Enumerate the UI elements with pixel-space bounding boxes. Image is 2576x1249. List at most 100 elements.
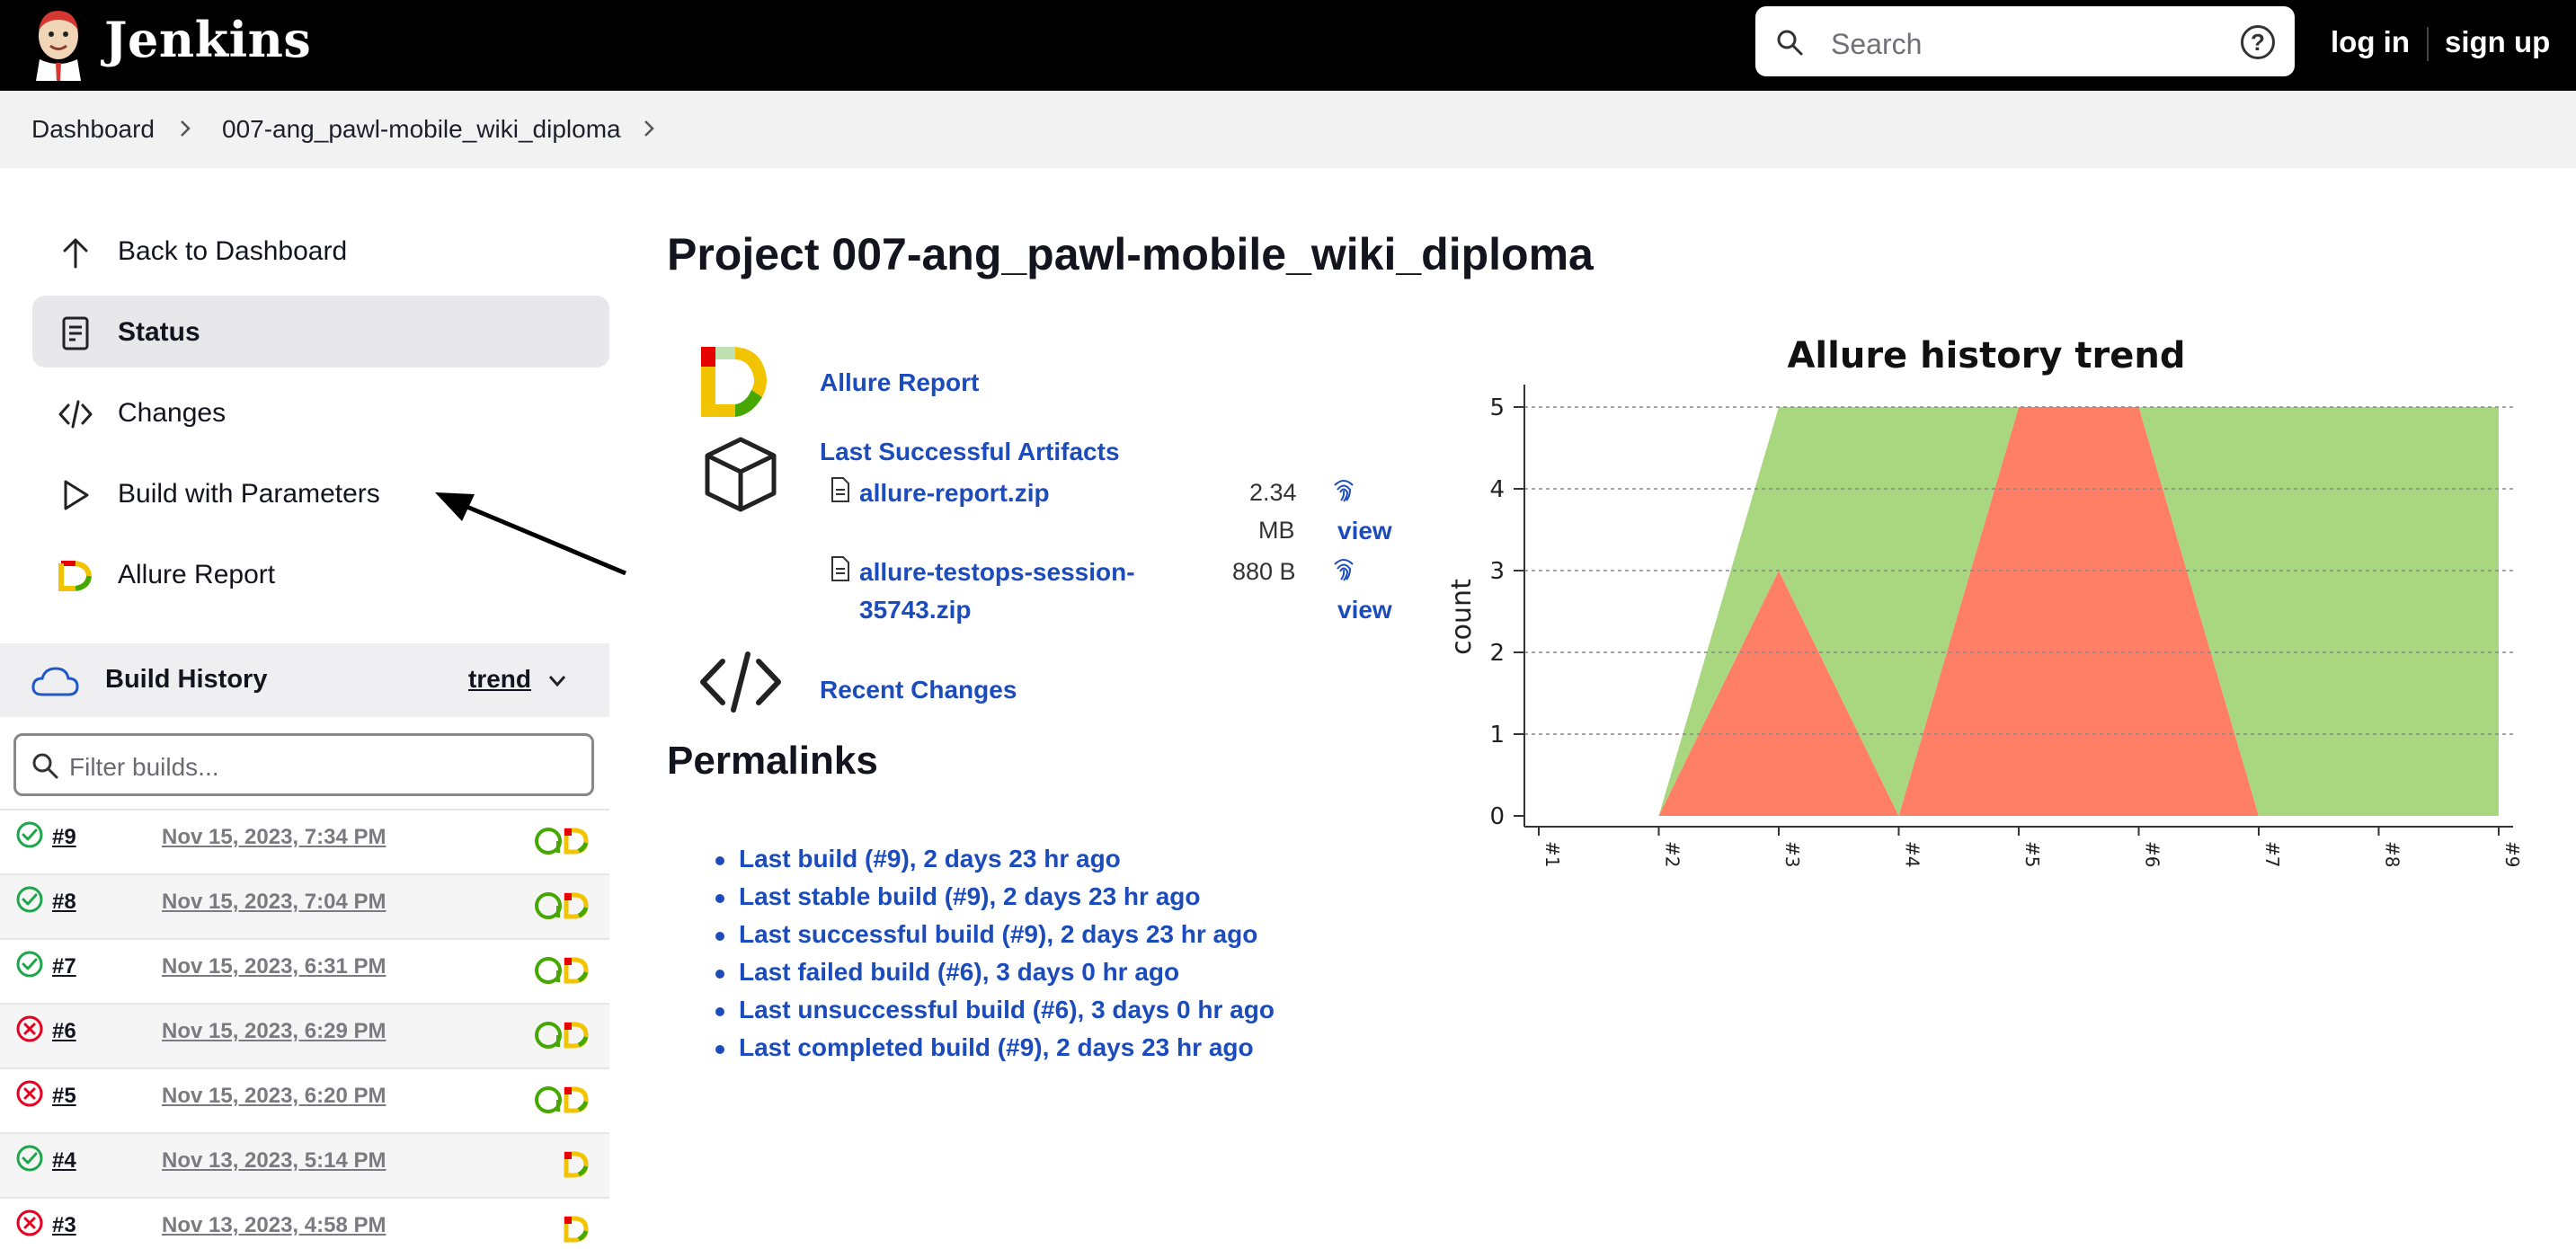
fingerprint-icon[interactable] [1330, 474, 1357, 503]
x-tick-label: #7 [2261, 841, 2283, 867]
view-link[interactable]: view [1337, 596, 1392, 624]
y-tick-label: 3 [1489, 558, 1505, 585]
search-input[interactable]: Search [1831, 28, 1922, 61]
y-tick-label: 4 [1489, 476, 1505, 503]
last-artifacts-link[interactable]: Last Successful Artifacts [820, 438, 1120, 466]
search-icon [32, 753, 58, 779]
file-icon [831, 477, 849, 502]
sidebar-item-status[interactable]: Status [32, 296, 609, 368]
allure-badge-icon[interactable] [532, 890, 591, 922]
build-number-link[interactable]: #9 [52, 825, 76, 850]
signup-link[interactable]: sign up [2445, 25, 2550, 59]
jenkins-logo-icon[interactable] [31, 5, 86, 81]
sidebar-item-label: Back to Dashboard [118, 236, 348, 266]
filter-builds-input[interactable]: Filter builds... [13, 733, 594, 796]
search-box[interactable]: Search ? [1755, 6, 2295, 76]
allure-badge-icon[interactable] [532, 1084, 591, 1116]
permalinks-list: Last build (#9), 2 days 23 hr ago Last s… [715, 845, 1275, 1071]
build-row[interactable]: #6 Nov 15, 2023, 6:29 PM [0, 1003, 609, 1067]
sidebar-item-back[interactable]: Back to Dashboard [32, 215, 609, 287]
failure-status-icon [16, 1209, 43, 1236]
allure-badge-icon[interactable] [532, 825, 591, 857]
build-row[interactable]: #4 Nov 13, 2023, 5:14 PM [0, 1132, 609, 1197]
recent-changes-link[interactable]: Recent Changes [820, 676, 1017, 704]
chevron-right-icon[interactable] [640, 118, 658, 139]
permalink-item[interactable]: Last unsuccessful build (#6), 3 days 0 h… [715, 996, 1275, 1033]
breadcrumb-dashboard[interactable]: Dashboard [31, 115, 155, 144]
artifact-size: 2.34 [1249, 479, 1297, 506]
breadcrumb-project[interactable]: 007-ang_pawl-mobile_wiki_diploma [222, 115, 621, 144]
top-bar: Jenkins Search ? log in sign up [0, 0, 2576, 91]
sidebar-item-changes[interactable]: Changes [32, 376, 609, 448]
y-axis-label: count [1446, 579, 1478, 655]
permalink-item[interactable]: Last completed build (#9), 2 days 23 hr … [715, 1033, 1275, 1071]
artifact-size-unit: MB [1258, 517, 1295, 544]
y-tick-label: 5 [1489, 394, 1505, 421]
y-tick-label: 1 [1489, 722, 1505, 749]
play-icon [64, 480, 89, 510]
x-tick-label: #6 [2142, 841, 2163, 867]
header-divider [2427, 27, 2429, 61]
allure-badge-icon[interactable] [532, 1148, 591, 1181]
failure-status-icon [16, 1015, 43, 1042]
build-row[interactable]: #7 Nov 15, 2023, 6:31 PM [0, 938, 609, 1003]
build-row[interactable]: #3 Nov 13, 2023, 4:58 PM [0, 1197, 609, 1249]
login-link[interactable]: log in [2331, 25, 2410, 59]
allure-trend-chart[interactable]: Allure history trend 0 1 2 3 4 5 #1 #2 #3 #4 #5 #6 #7… [1438, 323, 2535, 881]
artifact-size: 880 B [1232, 558, 1296, 585]
permalink-item[interactable]: Last failed build (#6), 3 days 0 hr ago [715, 958, 1275, 996]
build-row[interactable]: #9 Nov 15, 2023, 7:34 PM [0, 809, 609, 873]
build-number-link[interactable]: #5 [52, 1084, 76, 1109]
artifact-link-continued[interactable]: 35743.zip [859, 596, 972, 624]
build-number-link[interactable]: #4 [52, 1148, 76, 1174]
permalink-item[interactable]: Last build (#9), 2 days 23 hr ago [715, 845, 1275, 882]
build-row[interactable]: #5 Nov 15, 2023, 6:20 PM [0, 1067, 609, 1132]
chevron-down-icon[interactable] [546, 672, 568, 690]
artifact-link[interactable]: allure-testops-session- [859, 558, 1135, 587]
permalink-item[interactable]: Last successful build (#9), 2 days 23 hr… [715, 920, 1275, 958]
sidebar-item-label: Status [118, 317, 200, 347]
build-date-link[interactable]: Nov 15, 2023, 6:20 PM [162, 1084, 386, 1109]
code-icon [58, 400, 93, 429]
cloud-icon [31, 667, 79, 696]
view-link[interactable]: view [1337, 517, 1392, 545]
filter-placeholder: Filter builds... [69, 753, 219, 781]
y-tick-label: 0 [1489, 803, 1505, 830]
chevron-right-icon[interactable] [176, 118, 194, 139]
permalinks-heading: Permalinks [667, 739, 878, 783]
build-date-link[interactable]: Nov 15, 2023, 7:34 PM [162, 825, 386, 850]
build-history-title: Build History [105, 665, 268, 694]
annotation-arrow [435, 492, 626, 576]
build-number-link[interactable]: #8 [52, 890, 76, 915]
search-icon [1777, 30, 1803, 56]
package-icon [705, 437, 777, 512]
x-tick-label: #3 [1781, 841, 1803, 867]
x-tick-label: #5 [2021, 841, 2043, 867]
document-icon [62, 316, 89, 350]
build-date-link[interactable]: Nov 15, 2023, 7:04 PM [162, 890, 386, 915]
y-tick-label: 2 [1489, 640, 1505, 667]
x-tick-label: #8 [2382, 841, 2403, 867]
build-date-link[interactable]: Nov 15, 2023, 6:31 PM [162, 954, 386, 979]
trend-link[interactable]: trend [468, 665, 531, 694]
page-title: Project 007-ang_pawl-mobile_wiki_diploma [667, 229, 1594, 279]
build-number-link[interactable]: #6 [52, 1019, 76, 1044]
artifact-link[interactable]: allure-report.zip [859, 479, 1050, 508]
build-date-link[interactable]: Nov 13, 2023, 4:58 PM [162, 1213, 386, 1238]
build-date-link[interactable]: Nov 15, 2023, 6:29 PM [162, 1019, 386, 1044]
help-icon[interactable]: ? [2241, 25, 2275, 59]
fingerprint-icon[interactable] [1330, 554, 1357, 582]
permalink-item[interactable]: Last stable build (#9), 2 days 23 hr ago [715, 882, 1275, 920]
allure-report-link[interactable]: Allure Report [820, 368, 979, 397]
brand-title[interactable]: Jenkins [104, 11, 311, 68]
success-status-icon [16, 951, 43, 978]
allure-badge-icon[interactable] [532, 954, 591, 987]
build-number-link[interactable]: #7 [52, 954, 76, 979]
build-row[interactable]: #8 Nov 15, 2023, 7:04 PM [0, 873, 609, 938]
success-status-icon [16, 821, 43, 848]
build-number-link[interactable]: #3 [52, 1213, 76, 1238]
sidebar-item-label: Build with Parameters [118, 479, 380, 509]
allure-badge-icon[interactable] [532, 1213, 591, 1245]
allure-badge-icon[interactable] [532, 1019, 591, 1051]
build-date-link[interactable]: Nov 13, 2023, 5:14 PM [162, 1148, 386, 1174]
